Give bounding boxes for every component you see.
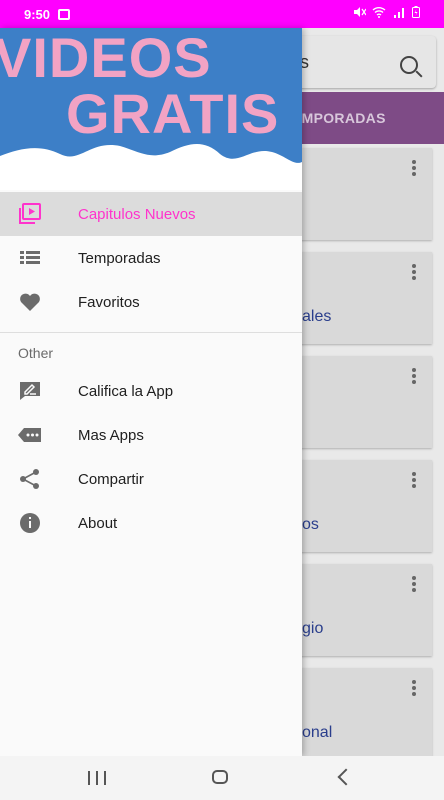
tab-temporadas[interactable]: EMPORADAS	[292, 110, 386, 126]
more-vert-icon[interactable]	[412, 160, 416, 176]
card-title: os	[302, 516, 319, 533]
list-icon	[20, 251, 40, 264]
menu-item-capitulos-nuevos[interactable]: Capitulos Nuevos	[0, 192, 302, 236]
menu-item-mas-apps[interactable]: Mas Apps	[0, 413, 302, 457]
info-icon	[20, 513, 40, 533]
mute-icon	[354, 7, 366, 17]
more-vert-icon[interactable]	[412, 576, 416, 592]
episode-card[interactable]: onal	[296, 668, 432, 760]
more-apps-icon	[18, 428, 41, 442]
card-title: ales	[302, 308, 332, 325]
section-title-other: Other	[18, 345, 54, 361]
home-button[interactable]	[212, 770, 228, 784]
header-title-line2: GRATIS	[66, 82, 280, 145]
card-title: gio	[302, 620, 324, 637]
system-nav-bar	[0, 756, 444, 800]
header-title-line1: VIDEOS	[0, 28, 212, 89]
share-icon	[20, 469, 39, 489]
rate-review-icon	[20, 382, 40, 400]
navigation-drawer: VIDEOS GRATIS Capitulos Nuevos Temporada…	[0, 28, 302, 756]
video-playlist-icon	[19, 203, 41, 224]
drawer-header: VIDEOS GRATIS	[0, 28, 302, 190]
more-vert-icon[interactable]	[412, 368, 416, 384]
drawer-menu: Capitulos Nuevos Temporadas Favoritos Ot…	[0, 192, 302, 545]
menu-label: Temporadas	[78, 249, 161, 267]
menu-item-about[interactable]: About	[0, 501, 302, 545]
menu-label: Compartir	[78, 470, 144, 488]
menu-label: Mas Apps	[78, 426, 144, 444]
status-bar: 9:50	[0, 0, 444, 28]
episode-card[interactable]: ales	[296, 252, 432, 344]
menu-item-favoritos[interactable]: Favoritos	[0, 280, 302, 324]
more-vert-icon[interactable]	[412, 472, 416, 488]
episode-card[interactable]	[296, 356, 432, 448]
battery-icon	[412, 6, 420, 18]
status-icons	[352, 6, 420, 18]
signal-icon	[394, 8, 404, 18]
search-icon[interactable]	[400, 56, 418, 74]
episode-card[interactable]: os	[296, 460, 432, 552]
menu-label: Califica la App	[78, 382, 174, 400]
heart-icon	[20, 293, 40, 311]
wifi-icon	[372, 7, 386, 18]
more-vert-icon[interactable]	[412, 680, 416, 696]
menu-item-califica-la-app[interactable]: Califica la App	[0, 369, 302, 413]
episode-card[interactable]	[296, 148, 432, 240]
status-time: 9:50	[24, 6, 51, 22]
card-title: onal	[302, 724, 333, 741]
notification-icon	[58, 8, 71, 20]
recent-apps-button[interactable]	[88, 771, 106, 785]
episode-card[interactable]: gio	[296, 564, 432, 656]
menu-label: Capitulos Nuevos	[78, 205, 196, 223]
menu-label: Favoritos	[78, 293, 140, 311]
menu-item-temporadas[interactable]: Temporadas	[0, 236, 302, 280]
menu-label: About	[78, 514, 118, 532]
more-vert-icon[interactable]	[412, 264, 416, 280]
menu-item-compartir[interactable]: Compartir	[0, 457, 302, 501]
back-button[interactable]	[337, 768, 355, 786]
